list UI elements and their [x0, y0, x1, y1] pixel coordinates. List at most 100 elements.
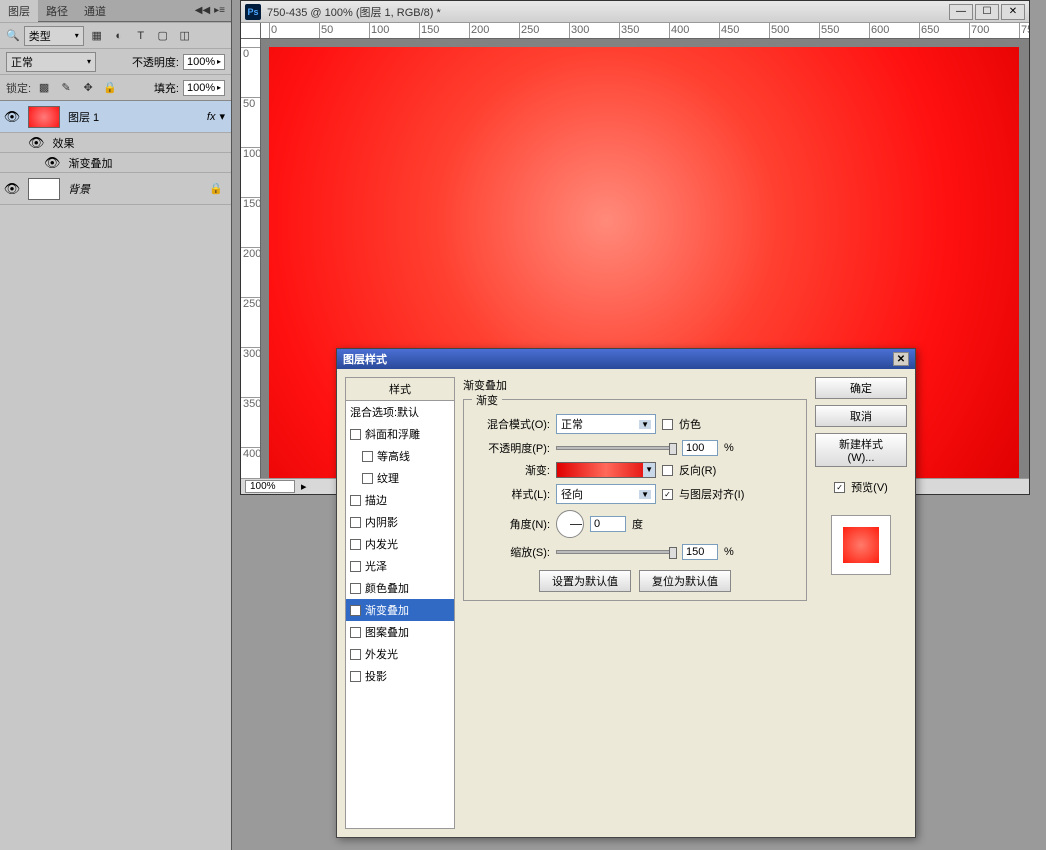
dither-label: 仿色	[679, 416, 701, 432]
style-list: 样式 混合选项:默认 斜面和浮雕 等高线 纹理 描边 内阴影 内发光 光泽 颜色…	[345, 377, 455, 829]
close-button[interactable]: ✕	[1001, 4, 1025, 20]
lock-paint-icon[interactable]: ✎	[57, 79, 75, 97]
reset-default-button[interactable]: 复位为默认值	[639, 570, 731, 592]
filter-type-icon[interactable]: T	[132, 27, 150, 45]
filter-smart-icon[interactable]: ◫	[176, 27, 194, 45]
fx-gradient-row[interactable]: 👁 渐变叠加	[0, 153, 231, 173]
style-gradient-overlay[interactable]: ✓渐变叠加	[346, 599, 454, 621]
maximize-button[interactable]: ☐	[975, 4, 999, 20]
style-outer-glow[interactable]: 外发光	[346, 643, 454, 665]
ruler-origin[interactable]	[241, 23, 261, 39]
lock-trans-icon[interactable]: ▩	[35, 79, 53, 97]
status-menu-icon[interactable]: ▸	[301, 480, 307, 493]
section-title: 渐变叠加	[463, 377, 807, 393]
blend-mode-select[interactable]: 正常	[556, 414, 656, 434]
preview-checkbox[interactable]: ✓	[834, 482, 845, 493]
lock-move-icon[interactable]: ✥	[79, 79, 97, 97]
fill-input[interactable]: 100%	[183, 80, 225, 96]
blend-mode-select[interactable]: 正常	[6, 52, 96, 72]
ruler-horizontal[interactable]: 0501001502002503003504004505005506006507…	[261, 23, 1029, 39]
filter-shape-icon[interactable]: ▢	[154, 27, 172, 45]
angle-input[interactable]: 0	[590, 516, 626, 532]
tab-channels[interactable]: 通道	[76, 0, 114, 22]
reverse-label: 反向(R)	[679, 462, 716, 478]
layer-name[interactable]: 背景	[64, 181, 209, 197]
checkbox[interactable]	[350, 539, 361, 550]
new-style-button[interactable]: 新建样式(W)...	[815, 433, 907, 467]
angle-dial[interactable]	[556, 510, 584, 538]
style-drop-shadow[interactable]: 投影	[346, 665, 454, 687]
checkbox[interactable]	[350, 429, 361, 440]
eye-icon[interactable]: 👁	[44, 155, 61, 171]
gradient-overlay-label: 渐变叠加	[69, 155, 113, 171]
fx-badge[interactable]: fx	[207, 111, 220, 123]
layer-thumbnail[interactable]	[28, 106, 60, 128]
tab-paths[interactable]: 路径	[38, 0, 76, 22]
collapse-icon[interactable]: ◀◀	[195, 5, 210, 16]
styles-header[interactable]: 样式	[346, 378, 454, 401]
blend-options-item[interactable]: 混合选项:默认	[346, 401, 454, 423]
reverse-checkbox[interactable]	[662, 465, 673, 476]
effects-label: 效果	[53, 135, 75, 151]
opacity-slider[interactable]	[556, 446, 676, 450]
gradient-label: 渐变:	[474, 462, 550, 478]
style-texture[interactable]: 纹理	[346, 467, 454, 489]
eye-icon[interactable]: 👁	[4, 181, 21, 197]
scale-input[interactable]: 150	[682, 544, 718, 560]
opacity-input[interactable]: 100%	[183, 54, 225, 70]
dither-checkbox[interactable]	[662, 419, 673, 430]
filter-adjust-icon[interactable]: ◐	[110, 27, 128, 45]
checkbox[interactable]: ✓	[350, 605, 361, 616]
lock-all-icon[interactable]: 🔒	[101, 79, 119, 97]
style-stroke[interactable]: 描边	[346, 489, 454, 511]
layers-panel: 图层 路径 通道 ◀◀ ▸≡ 🔍 类型 ▦ ◐ T ▢ ◫ 正常 不透明度: 1…	[0, 0, 232, 850]
checkbox[interactable]	[350, 561, 361, 572]
style-satin[interactable]: 光泽	[346, 555, 454, 577]
filter-kind-select[interactable]: 类型	[24, 26, 84, 46]
style-inner-shadow[interactable]: 内阴影	[346, 511, 454, 533]
style-select[interactable]: 径向	[556, 484, 656, 504]
style-pattern-overlay[interactable]: 图案叠加	[346, 621, 454, 643]
opacity-input[interactable]: 100	[682, 440, 718, 456]
search-icon[interactable]: 🔍	[6, 29, 20, 42]
dialog-titlebar[interactable]: 图层样式 ✕	[337, 349, 915, 369]
scale-label: 缩放(S):	[474, 544, 550, 560]
style-color-overlay[interactable]: 颜色叠加	[346, 577, 454, 599]
layer-thumbnail[interactable]	[28, 178, 60, 200]
panel-tabs: 图层 路径 通道 ◀◀ ▸≡	[0, 0, 231, 22]
gradient-picker[interactable]	[556, 462, 656, 478]
fx-effects-row[interactable]: 👁 效果	[0, 133, 231, 153]
set-default-button[interactable]: 设置为默认值	[539, 570, 631, 592]
lock-row: 锁定: ▩ ✎ ✥ 🔒 填充: 100%	[0, 74, 231, 100]
preview-box	[831, 515, 891, 575]
layer-name[interactable]: 图层 1	[64, 109, 207, 125]
checkbox[interactable]	[362, 451, 373, 462]
ruler-vertical[interactable]: 050100150200250300350400	[241, 39, 261, 478]
style-inner-glow[interactable]: 内发光	[346, 533, 454, 555]
panel-menu-icon[interactable]: ▸≡	[214, 5, 225, 16]
fx-toggle-icon[interactable]: ▾	[219, 110, 231, 123]
checkbox[interactable]	[350, 583, 361, 594]
style-contour[interactable]: 等高线	[346, 445, 454, 467]
checkbox[interactable]	[362, 473, 373, 484]
eye-icon[interactable]: 👁	[4, 109, 21, 125]
zoom-input[interactable]: 100%	[245, 480, 295, 493]
checkbox[interactable]	[350, 649, 361, 660]
eye-icon[interactable]: 👁	[28, 135, 45, 151]
tab-layers[interactable]: 图层	[0, 0, 38, 22]
checkbox[interactable]	[350, 495, 361, 506]
layer-row-bg[interactable]: 👁 背景 🔒	[0, 173, 231, 205]
scale-slider[interactable]	[556, 550, 676, 554]
checkbox[interactable]	[350, 517, 361, 528]
filter-pixel-icon[interactable]: ▦	[88, 27, 106, 45]
ok-button[interactable]: 确定	[815, 377, 907, 399]
checkbox[interactable]	[350, 627, 361, 638]
cancel-button[interactable]: 取消	[815, 405, 907, 427]
close-icon[interactable]: ✕	[893, 352, 909, 366]
checkbox[interactable]	[350, 671, 361, 682]
style-bevel[interactable]: 斜面和浮雕	[346, 423, 454, 445]
minimize-button[interactable]: —	[949, 4, 973, 20]
align-checkbox[interactable]: ✓	[662, 489, 673, 500]
doc-titlebar: Ps 750-435 @ 100% (图层 1, RGB/8) * — ☐ ✕	[241, 1, 1029, 23]
layer-row-1[interactable]: 👁 图层 1 fx ▾	[0, 101, 231, 133]
